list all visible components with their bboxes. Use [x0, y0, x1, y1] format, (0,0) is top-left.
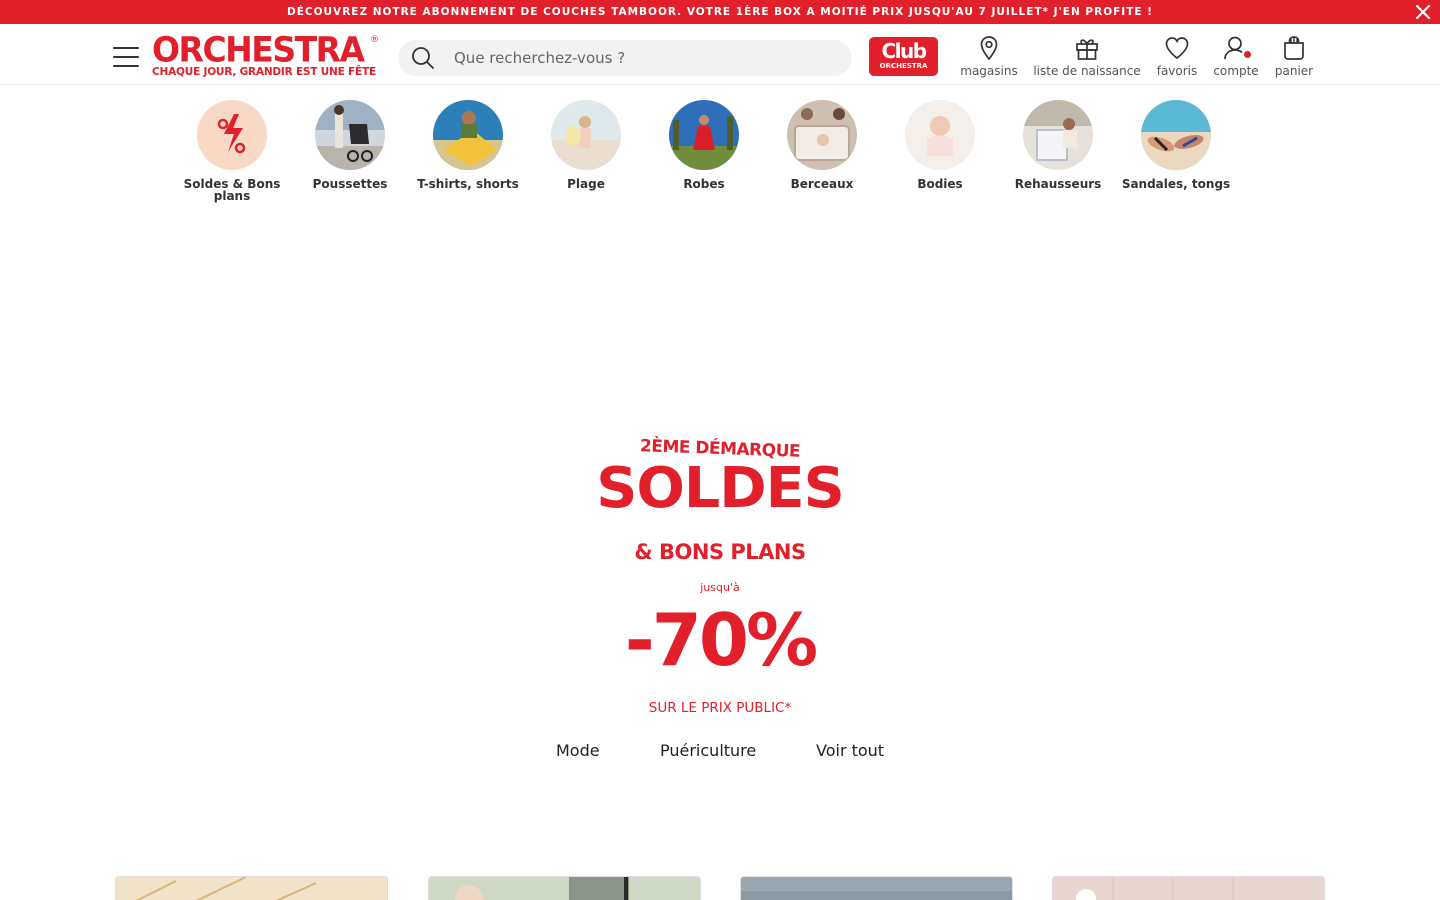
- category-tshirts-label: T-shirts, shorts: [417, 177, 519, 191]
- nav-birth-list[interactable]: liste de naissance: [1032, 34, 1142, 78]
- category-sandals[interactable]: Sandales, tongs: [1117, 100, 1235, 190]
- category-carousel: Soldes & Bons plans Poussettes T-shirts,…: [0, 100, 1440, 210]
- promo-card[interactable]: [740, 876, 1013, 900]
- menu-icon[interactable]: [113, 47, 141, 71]
- promo-banner[interactable]: DÉCOUVREZ NOTRE ABONNEMENT DE COUCHES TA…: [0, 0, 1440, 24]
- category-beach[interactable]: Plage: [527, 100, 645, 190]
- category-sandals-label: Sandales, tongs: [1121, 177, 1231, 191]
- search-input[interactable]: [454, 49, 834, 67]
- club-sublabel: ORCHESTRA: [879, 62, 928, 70]
- nav-cart-label: panier: [1274, 64, 1314, 78]
- category-booster-seats-label: Rehausseurs: [1014, 177, 1102, 191]
- promo-card[interactable]: [1052, 876, 1325, 900]
- category-cribs-image: [787, 100, 857, 170]
- promo-card[interactable]: [428, 876, 701, 900]
- category-sales[interactable]: Soldes & Bons plans: [173, 100, 291, 202]
- logo-wordmark: ORCHESTRA: [152, 29, 365, 70]
- nav-stores[interactable]: magasins: [960, 34, 1018, 78]
- hero-up-to: jusqu'à: [700, 581, 740, 594]
- site-logo[interactable]: ORCHESTRA ® CHAQUE JOUR, GRANDIR EST UNE…: [152, 29, 382, 81]
- category-tshirts-image: [433, 100, 503, 170]
- category-dresses-label: Robes: [683, 177, 725, 191]
- hero-discount: -70%: [624, 598, 818, 682]
- hero-link-childcare[interactable]: Puériculture: [660, 741, 756, 760]
- category-sandals-image: [1141, 100, 1211, 170]
- notification-dot: [1244, 51, 1251, 58]
- category-bodysuits-label: Bodies: [917, 177, 963, 191]
- nav-favorites-label: favoris: [1156, 64, 1198, 78]
- nav-cart[interactable]: panier: [1272, 34, 1316, 78]
- category-sales-label: Soldes & Bons plans: [183, 177, 281, 203]
- hero-links: Mode Puériculture Voir tout: [0, 741, 1440, 765]
- hero-deals: & BONS PLANS: [634, 540, 806, 564]
- category-bodysuits[interactable]: Bodies: [881, 100, 999, 190]
- logo-registered-mark: ®: [370, 35, 379, 45]
- category-strollers-label: Poussettes: [312, 177, 388, 191]
- hero-price-note: SUR LE PRIX PUBLIC*: [648, 700, 792, 716]
- hero-sales-title: SOLDES: [596, 456, 845, 521]
- category-bodysuits-image: [905, 100, 975, 170]
- hero-link-fashion[interactable]: Mode: [556, 741, 600, 760]
- category-sales-image: [197, 100, 267, 170]
- nav-account[interactable]: compte: [1211, 34, 1261, 78]
- category-tshirts[interactable]: T-shirts, shorts: [409, 100, 527, 190]
- category-strollers-image: [315, 100, 385, 170]
- nav-favorites[interactable]: favoris: [1155, 34, 1199, 78]
- nav-stores-label: magasins: [960, 64, 1018, 78]
- nav-account-label: compte: [1213, 64, 1259, 78]
- search-bar: [398, 40, 852, 76]
- club-orchestra-button[interactable]: Club ORCHESTRA: [869, 37, 938, 76]
- promo-card[interactable]: [115, 876, 388, 900]
- club-label: Club: [881, 39, 927, 63]
- category-booster-seats[interactable]: Rehausseurs: [999, 100, 1117, 190]
- promo-text[interactable]: DÉCOUVREZ NOTRE ABONNEMENT DE COUCHES TA…: [287, 6, 1153, 18]
- category-beach-image: [551, 100, 621, 170]
- gift-icon: [1076, 39, 1098, 60]
- category-cribs-label: Berceaux: [790, 177, 854, 191]
- category-dresses[interactable]: Robes: [645, 100, 763, 190]
- location-pin-icon: [980, 36, 998, 61]
- category-dresses-image: [669, 100, 739, 170]
- search-icon[interactable]: [410, 45, 436, 71]
- category-beach-label: Plage: [567, 177, 605, 191]
- category-booster-seats-image: [1023, 100, 1093, 170]
- sales-hero-banner[interactable]: 2ÈME DÉMARQUE SOLDES & BONS PLANS jusqu'…: [560, 430, 880, 730]
- nav-birth-list-label: liste de naissance: [1033, 64, 1141, 78]
- category-cribs[interactable]: Berceaux: [763, 100, 881, 190]
- close-icon[interactable]: [1414, 3, 1432, 21]
- site-header: ORCHESTRA ® CHAQUE JOUR, GRANDIR EST UNE…: [0, 24, 1440, 85]
- heart-icon: [1165, 37, 1189, 60]
- category-strollers[interactable]: Poussettes: [291, 100, 409, 190]
- bag-icon: [1284, 36, 1304, 60]
- promo-cards-row: [0, 876, 1440, 900]
- hero-link-see-all[interactable]: Voir tout: [816, 741, 884, 760]
